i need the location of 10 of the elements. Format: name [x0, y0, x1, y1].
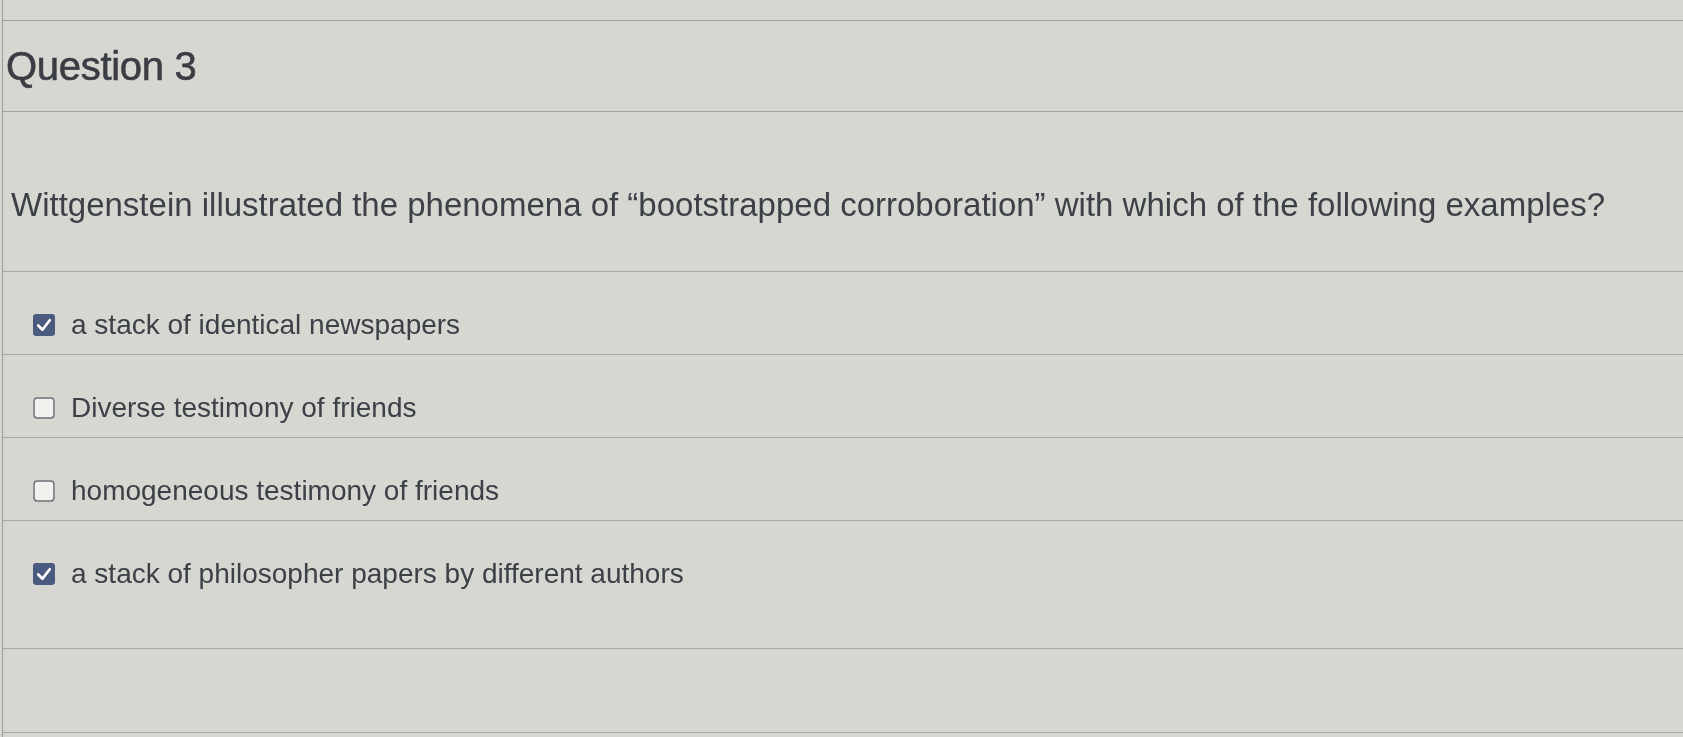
checkbox[interactable] [33, 314, 55, 336]
answer-label: homogeneous testimony of friends [71, 476, 500, 506]
answer-label: a stack of philosopher papers by different authors [71, 559, 684, 589]
question-title: Question 3 [6, 43, 197, 89]
checkbox[interactable] [33, 563, 55, 585]
question-text: Wittgenstein illustrated the phenomena of “bootstrapped corroboration” with which of the following examples? [11, 186, 1607, 224]
checkbox[interactable] [33, 480, 55, 502]
answer-label: Diverse testimony of friends [71, 393, 417, 423]
answer-label: a stack of identical newspapers [71, 310, 461, 340]
checkbox[interactable] [33, 397, 55, 419]
